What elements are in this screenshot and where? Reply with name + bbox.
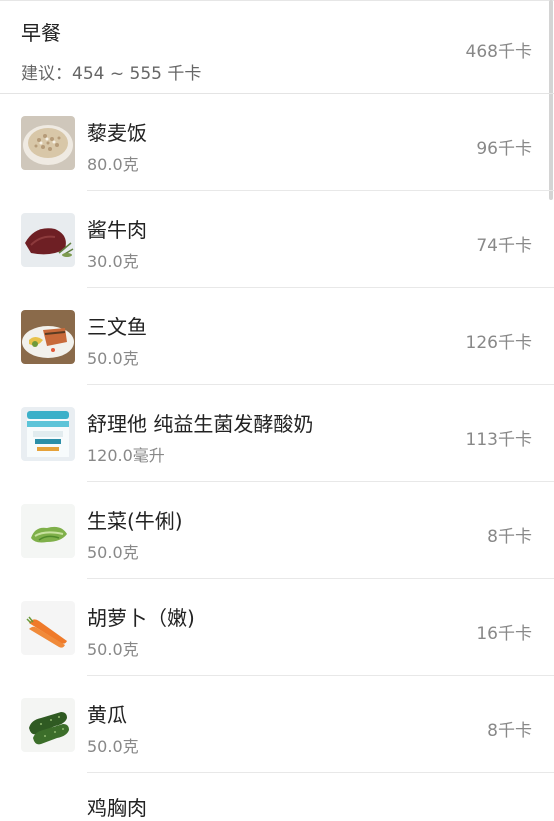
yogurt-image bbox=[21, 407, 75, 461]
food-calories: 16千卡 bbox=[476, 624, 532, 644]
food-amount: 50.0克 bbox=[87, 543, 139, 562]
food-item-salmon[interactable]: 三文鱼 50.0克 126千卡 bbox=[0, 288, 554, 385]
food-amount: 30.0克 bbox=[87, 252, 139, 271]
food-amount: 50.0克 bbox=[87, 349, 139, 368]
carrot-image bbox=[21, 601, 75, 655]
lettuce-image bbox=[21, 504, 75, 558]
food-name: 三文鱼 bbox=[87, 315, 147, 339]
salmon-image bbox=[21, 310, 75, 364]
food-amount: 120.0毫升 bbox=[87, 446, 165, 465]
food-name: 舒理他 纯益生菌发酵酸奶 bbox=[87, 412, 314, 436]
food-item-cucumber[interactable]: 黄瓜 50.0克 8千卡 bbox=[0, 676, 554, 773]
food-calories: 96千卡 bbox=[476, 139, 532, 159]
food-calories: 126千卡 bbox=[465, 333, 532, 353]
food-item-carrot[interactable]: 胡萝卜（嫩) 50.0克 16千卡 bbox=[0, 579, 554, 676]
meal-total-calories: 468千卡 bbox=[465, 42, 532, 62]
meal-header[interactable]: 早餐 建议：454 ~ 555 千卡 468千卡 bbox=[0, 1, 554, 94]
meal-title: 早餐 bbox=[21, 21, 61, 45]
food-calories: 8千卡 bbox=[487, 721, 532, 741]
row-divider bbox=[87, 772, 554, 773]
food-calories: 113千卡 bbox=[465, 430, 532, 450]
food-calories: 74千卡 bbox=[476, 236, 532, 256]
food-amount: 50.0克 bbox=[87, 737, 139, 756]
food-name: 胡萝卜（嫩) bbox=[87, 606, 195, 630]
food-item-braised-beef[interactable]: 酱牛肉 30.0克 74千卡 bbox=[0, 191, 554, 288]
food-name: 酱牛肉 bbox=[87, 218, 147, 242]
food-amount: 50.0克 bbox=[87, 640, 139, 659]
food-calories: 8千卡 bbox=[487, 527, 532, 547]
food-name: 黄瓜 bbox=[87, 703, 127, 727]
cucumber-image bbox=[21, 698, 75, 752]
quinoa-rice-image bbox=[21, 116, 75, 170]
food-amount: 80.0克 bbox=[87, 155, 139, 174]
partial-food-name[interactable]: 鸡胸肉 bbox=[87, 792, 147, 821]
food-item-quinoa-rice[interactable]: 藜麦饭 80.0克 96千卡 bbox=[0, 94, 554, 191]
meal-suggestion: 建议：454 ~ 555 千卡 bbox=[21, 64, 202, 84]
food-item-yogurt[interactable]: 舒理他 纯益生菌发酵酸奶 120.0毫升 113千卡 bbox=[0, 385, 554, 482]
food-name: 藜麦饭 bbox=[87, 121, 147, 145]
food-item-lettuce[interactable]: 生菜(牛俐) 50.0克 8千卡 bbox=[0, 482, 554, 579]
food-name: 生菜(牛俐) bbox=[87, 509, 183, 533]
braised-beef-image bbox=[21, 213, 75, 267]
